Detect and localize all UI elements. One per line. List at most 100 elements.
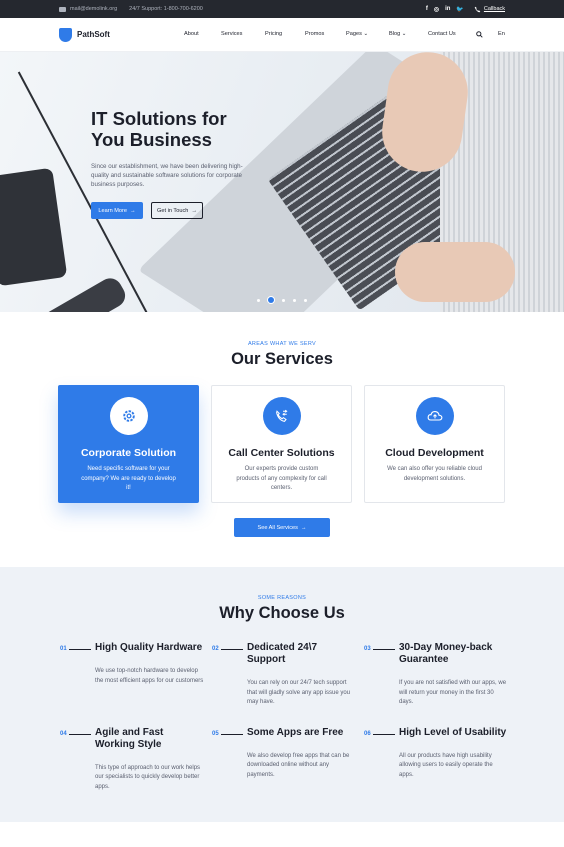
- feature-number: 03: [364, 646, 371, 652]
- feature-divider: [221, 733, 243, 735]
- service-card-description: We can also offer you reliable cloud dev…: [387, 466, 482, 482]
- feature-number: 04: [60, 730, 67, 737]
- services-section: AREAS WHAT WE SERV Our Services Corporat…: [0, 312, 564, 567]
- feature-divider: [221, 649, 243, 650]
- services-title: Our Services: [231, 350, 333, 368]
- feature-item: 04 Agile and Fast Working Style This type…: [60, 727, 212, 793]
- brand-logo[interactable]: PathSoft: [59, 27, 110, 42]
- callback-label: Callback: [483, 6, 505, 12]
- feature-item: 05 Some Apps are Free We also develop fre…: [212, 727, 364, 793]
- gear-icon: [109, 397, 148, 435]
- nav-item-pricing[interactable]: Pricing: [265, 31, 282, 37]
- service-card[interactable]: Cloud Development We can also offer you …: [364, 385, 505, 503]
- feature-number: 01: [60, 646, 67, 652]
- why-choose-section: SOME REASONS Why Choose Us 01 High Qualit…: [0, 567, 564, 822]
- get-in-touch-label: Get in Touch: [157, 207, 189, 214]
- service-card[interactable]: Call Center Solutions Our experts provid…: [211, 385, 352, 503]
- feature-title: 30-Day Money-back Guarantee: [399, 642, 493, 665]
- feature-description: All our products have high usability all…: [399, 752, 493, 778]
- hero-hand2-image: [395, 242, 515, 302]
- hero-description: Since our establishment, we have been de…: [91, 163, 243, 188]
- hero-title: IT Solutions for You Business: [91, 108, 227, 150]
- main-nav: PathSoft About Services Pricing Promos P…: [0, 18, 564, 52]
- service-card-title: Cloud Development: [385, 447, 484, 459]
- language-switch[interactable]: En: [498, 31, 505, 37]
- nav-item-blog[interactable]: Blog ⌄: [389, 31, 406, 37]
- feature-title: Agile and Fast Working Style: [95, 726, 164, 750]
- feature-number: 02: [212, 646, 219, 652]
- feature-divider: [69, 649, 91, 650]
- services-kicker: AREAS WHAT WE SERV: [247, 341, 317, 347]
- feature-number: 06: [364, 730, 371, 737]
- linkedin-icon[interactable]: in: [445, 6, 450, 12]
- slider-dot-active[interactable]: [268, 297, 274, 303]
- feature-item: 03 30-Day Money-back Guarantee If you are…: [364, 642, 510, 708]
- learn-more-label: Learn More: [98, 207, 127, 214]
- service-card-title: Call Center Solutions: [228, 447, 335, 459]
- service-cards: Corporate Solution Need specific softwar…: [58, 385, 505, 503]
- callback-link[interactable]: Callback: [474, 6, 505, 13]
- feature-divider: [373, 733, 395, 735]
- see-all-services-button[interactable]: See All Services →: [234, 518, 330, 537]
- top-bar: mail@demolink.org 24/7 Support: 1-800-70…: [0, 0, 564, 18]
- feature-title: High Level of Usability: [399, 726, 507, 738]
- service-card-description: Our experts provide custom products of a…: [236, 466, 327, 491]
- slider-dot[interactable]: [304, 298, 307, 302]
- shield-logo-icon: [59, 27, 72, 42]
- email-link[interactable]: mail@demolink.org: [59, 6, 117, 12]
- slider-dots: [257, 297, 307, 303]
- feature-description: We use top-notch hardware to develop the…: [95, 668, 204, 684]
- feature-divider: [69, 733, 91, 735]
- nav-item-contact[interactable]: Contact Us: [428, 31, 456, 37]
- service-card-title: Corporate Solution: [80, 447, 177, 459]
- arrow-right-icon: →: [300, 524, 307, 531]
- hero-section: IT Solutions for You Business Since our …: [0, 52, 564, 312]
- feature-title: Dedicated 24\7 Support: [247, 642, 318, 665]
- chevron-down-icon: ⌄: [401, 31, 407, 37]
- support-text: 24/7 Support: 1-800-700-6200: [129, 6, 203, 12]
- nav-item-about[interactable]: About: [184, 31, 199, 37]
- feature-description: You can rely on our 24/7 tech support th…: [247, 680, 351, 706]
- why-title: Why Choose Us: [219, 604, 345, 622]
- phone-transfer-icon: [262, 397, 301, 435]
- feature-item: 06 High Level of Usability All our produc…: [364, 727, 510, 793]
- slider-dot[interactable]: [282, 298, 285, 302]
- nav-item-promos[interactable]: Promos: [305, 31, 324, 37]
- email-text: mail@demolink.org: [70, 6, 118, 12]
- feature-description: If you are not satisfied with our apps, …: [399, 680, 507, 706]
- arrow-right-icon: →: [130, 207, 136, 214]
- blog-label: Blog: [389, 31, 401, 37]
- pages-label: Pages: [346, 31, 362, 37]
- feature-title: Some Apps are Free: [247, 726, 344, 738]
- feature-description: This type of approach to our work helps …: [95, 764, 201, 790]
- facebook-icon[interactable]: f: [426, 6, 428, 12]
- service-card[interactable]: Corporate Solution Need specific softwar…: [58, 385, 199, 503]
- hero-content: IT Solutions for You Business Since our …: [91, 108, 261, 219]
- footer-strip: [0, 822, 564, 847]
- feature-item: 01 High Quality Hardware We use top-notch…: [60, 642, 212, 708]
- twitter-icon[interactable]: 🐦: [456, 6, 463, 13]
- cloud-upload-icon: [415, 397, 454, 435]
- slider-dot[interactable]: [257, 298, 260, 302]
- why-kicker: SOME REASONS: [257, 595, 307, 601]
- learn-more-button[interactable]: Learn More →: [91, 202, 143, 219]
- hero-phone-image: [0, 167, 68, 287]
- feature-divider: [373, 649, 395, 650]
- feature-title: High Quality Hardware: [95, 642, 203, 653]
- arrow-right-icon: →: [191, 207, 197, 214]
- brand-name: PathSoft: [77, 30, 110, 39]
- features-grid: 01 High Quality Hardware We use top-notch…: [60, 642, 510, 793]
- service-card-description: Need specific software for your company?…: [81, 466, 176, 491]
- feature-description: We also develop free apps that can be do…: [247, 752, 350, 778]
- envelope-icon: [59, 6, 66, 12]
- nav-item-pages[interactable]: Pages ⌄: [346, 31, 368, 37]
- chevron-down-icon: ⌄: [363, 31, 369, 37]
- instagram-icon[interactable]: ◎: [434, 6, 439, 13]
- see-all-label: See All Services: [257, 524, 298, 531]
- phone-icon: [474, 6, 481, 12]
- slider-dot[interactable]: [293, 298, 296, 302]
- get-in-touch-button[interactable]: Get in Touch →: [151, 202, 203, 219]
- feature-item: 02 Dedicated 24\7 Support You can rely on…: [212, 642, 364, 708]
- nav-item-services[interactable]: Services: [221, 31, 242, 37]
- search-icon[interactable]: [476, 31, 483, 40]
